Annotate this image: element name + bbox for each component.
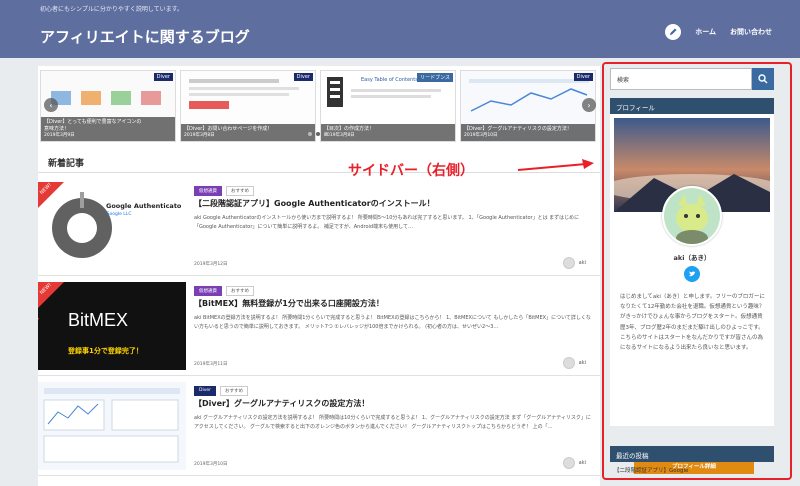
slide-badge: Diver — [153, 73, 173, 81]
slider-dot[interactable] — [308, 132, 312, 136]
author-name: aki — [578, 460, 586, 466]
site-tagline: 初心者にもシンプルに分かりやすく説明しています。 — [40, 6, 184, 13]
slide-date: 2019年3月10日 — [464, 133, 498, 139]
post-thumbnail[interactable]: NEW! Google Authenticato Google LLC — [38, 182, 186, 270]
search-button[interactable] — [752, 68, 774, 90]
author-name: aki — [578, 260, 586, 266]
annotation-label: サイドバー（右側） — [348, 163, 474, 179]
post-tags: Diver おすすめ — [194, 386, 248, 396]
profile-avatar — [662, 186, 722, 246]
slide-title: 【Diver】とっても便利で豊富なアイコンの — [44, 119, 142, 126]
thumb-bitmex-title: BitMEX — [68, 310, 129, 330]
cat-avatar-icon — [664, 188, 720, 244]
main-content: Diver 【Diver】とっても便利で豊富なアイコンの 意味方法！ 2019年… — [38, 66, 600, 486]
thumb-app-title: Google Authenticato — [106, 202, 182, 210]
slide[interactable]: Diver 【Diver】とっても便利で豊富なアイコンの 意味方法！ 2019年… — [40, 70, 176, 142]
pencil-icon[interactable] — [665, 24, 682, 40]
section-title: 新着記事 — [48, 159, 85, 169]
slide-title: 【Diver】グーグルアナティリスクの設定方法！ — [464, 125, 572, 132]
slide-date: 2019年3月9日 — [44, 133, 75, 139]
post-tags: 仮想通貨 おすすめ — [194, 286, 254, 296]
post-author: aki — [562, 457, 586, 469]
sidebar: 検索 プロフィール aki（あき） はじめましてaki（あき）と申します。フリー… — [610, 66, 776, 476]
profile-widget-heading: プロフィール — [610, 98, 774, 114]
twitter-icon — [688, 271, 696, 277]
recent-post-link[interactable]: 【二段階認証アプリ】Google — [614, 466, 770, 474]
tag-badge[interactable]: おすすめ — [220, 386, 248, 396]
slide-badge: リードブンス — [417, 73, 453, 82]
slide-caption: 【Diver】とっても便利で豊富なアイコンの 意味方法！ 2019年3月9日 — [41, 117, 175, 141]
search-input[interactable]: 検索 — [610, 68, 752, 90]
category-badge[interactable]: 仮想通貨 — [194, 186, 222, 196]
post-card[interactable]: NEW! Google Authenticato Google LLC 仮想通貨… — [38, 176, 600, 276]
post-excerpt: aki グーグルアナティリスクの設定方法を説明するよ！ 所要時間は10分くらいで… — [194, 415, 591, 430]
annotation-arrow-icon — [517, 159, 594, 171]
post-date: 2019年3月11日 — [194, 362, 228, 367]
search-icon — [758, 74, 768, 84]
category-badge[interactable]: Diver — [194, 386, 216, 396]
slide-caption: 【Diver】グーグルアナティリスクの設定方法！ 2019年3月10日 — [461, 123, 595, 141]
post-thumbnail[interactable]: NEW! BitMEX 登録事1分で登録完了！ — [38, 282, 186, 370]
post-tags: 仮想通貨 おすすめ — [194, 186, 254, 196]
category-badge[interactable]: 仮想通貨 — [194, 286, 222, 296]
slider-prev-arrow[interactable]: ‹ — [44, 98, 58, 112]
slide-title: 【目次】の作成方法！ — [324, 125, 375, 132]
profile-bio: はじめましてaki（あき）と申します。フリーのブロガーになりたくて12年勤めた会… — [620, 294, 765, 351]
google-authenticator-thumbnail — [38, 182, 186, 270]
slider-dot[interactable] — [316, 132, 320, 136]
post-date: 2019年3月10日 — [194, 462, 228, 467]
author-name: aki — [578, 360, 586, 366]
slide-date: 2019年3月8日 — [324, 133, 355, 139]
slide-caption: 【Diver】お問い合わせページを作成！ 2019年3月8日 — [181, 123, 315, 141]
toc-label: Easy Table of Contents — [361, 77, 418, 83]
slider-dot[interactable] — [324, 132, 328, 136]
global-nav: ホーム お問い合わせ — [665, 24, 772, 40]
post-date: 2019年3月12日 — [194, 262, 228, 267]
avatar — [562, 357, 575, 369]
nav-contact[interactable]: お問い合わせ — [730, 27, 772, 37]
profile-name: aki（あき） — [673, 254, 711, 262]
slider-dots — [308, 132, 328, 136]
tag-badge[interactable]: おすすめ — [226, 286, 254, 296]
slide-date: 2019年3月8日 — [184, 133, 215, 139]
post-title[interactable]: 【BitMEX】無料登録が1分で出来る口座開設方法！ — [194, 298, 594, 309]
site-title[interactable]: アフィリエイトに関するブログ — [40, 26, 250, 47]
post-title[interactable]: 【二段階認証アプリ】Google Authenticatorのインストール！ — [194, 198, 594, 209]
recent-posts-heading: 最近の投稿 — [610, 446, 774, 462]
slide-badge: Diver — [573, 73, 593, 81]
avatar — [562, 457, 575, 469]
slide[interactable]: Easy Table of Contents リードブンス 【目次】の作成方法！… — [320, 70, 456, 142]
slide[interactable]: Diver 【Diver】グーグルアナティリスクの設定方法！ 2019年3月10… — [460, 70, 596, 142]
post-excerpt: aki BitMEXの登録方法を説明するよ！ 所要時間1分くらいで完成すると思う… — [194, 315, 591, 330]
tag-badge[interactable]: おすすめ — [226, 186, 254, 196]
slide-title-line2: 意味方法！ — [44, 125, 70, 132]
profile-widget: aki（あき） はじめましてaki（あき）と申します。フリーのブロガーになりたく… — [610, 114, 774, 426]
slide-badge: Diver — [293, 73, 313, 81]
post-card[interactable]: NEW! BitMEX 登録事1分で登録完了！ 仮想通貨 おすすめ 【BitME… — [38, 276, 600, 376]
post-card[interactable]: Diver おすすめ 【Diver】グーグルアナティリスクの設定方法！ aki … — [38, 376, 600, 476]
post-excerpt: aki Google Authenticatorのインストールから使い方まで説明… — [194, 215, 580, 230]
slider-next-arrow[interactable]: › — [582, 98, 596, 112]
featured-slider: Diver 【Diver】とっても便利で豊富なアイコンの 意味方法！ 2019年… — [38, 68, 600, 144]
slide-caption: 【目次】の作成方法！ 2019年3月8日 — [321, 123, 455, 141]
nav-home[interactable]: ホーム — [695, 27, 716, 37]
post-thumbnail[interactable] — [38, 382, 186, 470]
thumb-app-sub: Google LLC — [106, 212, 132, 217]
post-author: aki — [562, 357, 586, 369]
site-header: 初心者にもシンプルに分かりやすく説明しています。 アフィリエイトに関するブログ … — [0, 0, 800, 58]
slide-title: 【Diver】お問い合わせページを作成！ — [184, 125, 273, 132]
analytics-thumbnail — [38, 382, 186, 470]
post-title[interactable]: 【Diver】グーグルアナティリスクの設定方法！ — [194, 398, 594, 409]
avatar — [562, 257, 575, 269]
slide[interactable]: Diver 【Diver】お問い合わせページを作成！ 2019年3月8日 — [180, 70, 316, 142]
post-author: aki — [562, 257, 586, 269]
twitter-button[interactable] — [684, 266, 700, 282]
thumb-bitmex-sub: 登録事1分で登録完了！ — [68, 347, 143, 355]
